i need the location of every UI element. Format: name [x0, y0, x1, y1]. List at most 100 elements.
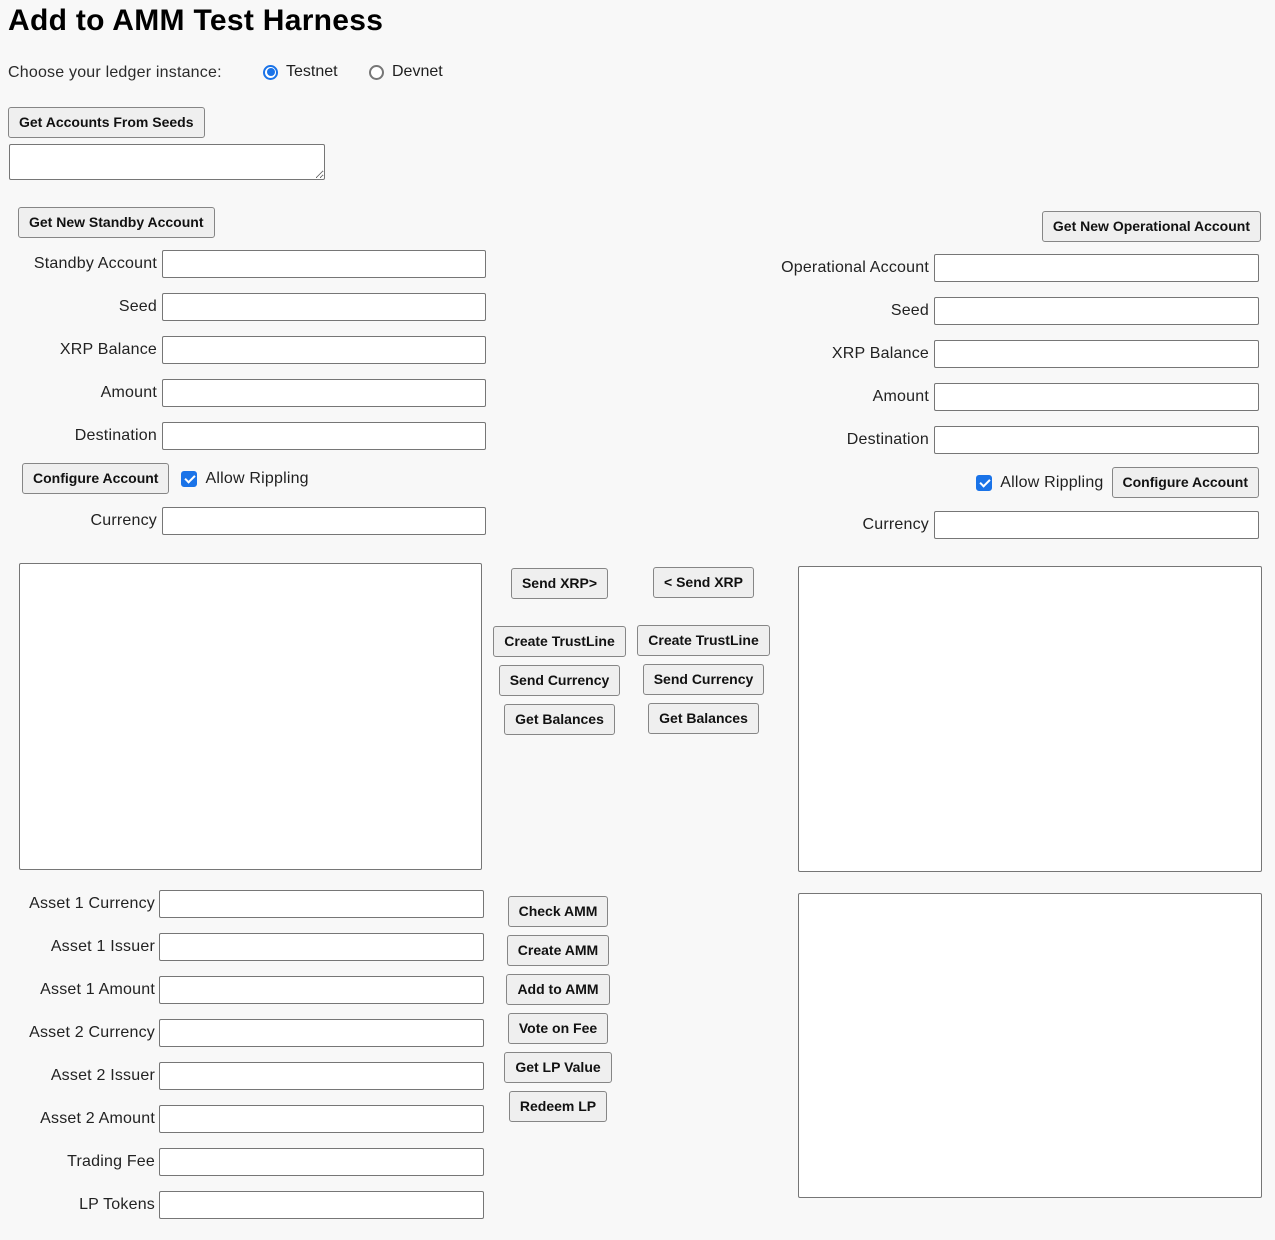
check-amm-button[interactable]: Check AMM	[508, 896, 609, 927]
standby-xrp-balance-label: XRP Balance	[0, 341, 157, 359]
amm-test-harness-page: Add to AMM Test Harness Choose your ledg…	[0, 0, 1275, 1240]
operational-seed-label: Seed	[634, 302, 929, 320]
asset2-issuer-label: Asset 2 Issuer	[0, 1067, 155, 1085]
standby-allow-rippling-label: Allow Rippling	[205, 470, 308, 488]
operational-amount-label: Amount	[634, 388, 929, 406]
asset2-currency-label: Asset 2 Currency	[0, 1024, 155, 1042]
asset1-currency-row: Asset 1 Currency	[0, 890, 484, 918]
standby-currency-input[interactable]	[162, 507, 486, 535]
create-amm-button[interactable]: Create AMM	[507, 935, 609, 966]
asset1-issuer-label: Asset 1 Issuer	[0, 938, 155, 956]
operational-account-label: Operational Account	[634, 259, 929, 277]
asset2-currency-row: Asset 2 Currency	[0, 1019, 484, 1047]
asset2-amount-label: Asset 2 Amount	[0, 1110, 155, 1128]
standby-destination-row: Destination	[0, 422, 486, 450]
operational-xrp-balance-input[interactable]	[934, 340, 1259, 368]
ledger-testnet-label: Testnet	[286, 63, 338, 81]
asset2-amount-row: Asset 2 Amount	[0, 1105, 484, 1133]
lp-tokens-row: LP Tokens	[0, 1191, 484, 1219]
get-lp-value-button[interactable]: Get LP Value	[504, 1052, 611, 1083]
add-to-amm-button[interactable]: Add to AMM	[506, 974, 609, 1005]
amm-actions-column: Check AMM Create AMM Add to AMM Vote on …	[498, 890, 618, 1122]
asset1-issuer-row: Asset 1 Issuer	[0, 933, 484, 961]
operational-amount-input[interactable]	[934, 383, 1259, 411]
asset2-amount-input[interactable]	[159, 1105, 484, 1133]
get-new-standby-account-button[interactable]: Get New Standby Account	[18, 207, 215, 238]
operational-create-trustline-button[interactable]: Create TrustLine	[637, 625, 769, 656]
standby-destination-input[interactable]	[162, 422, 486, 450]
asset1-amount-input[interactable]	[159, 976, 484, 1004]
standby-currency-row: Currency	[0, 507, 486, 535]
lp-tokens-input[interactable]	[159, 1191, 484, 1219]
operational-currency-input[interactable]	[934, 511, 1259, 539]
standby-get-balances-button[interactable]: Get Balances	[504, 704, 615, 735]
operational-send-currency-button[interactable]: Send Currency	[643, 664, 765, 695]
operational-get-balances-button[interactable]: Get Balances	[648, 703, 759, 734]
lp-tokens-label: LP Tokens	[0, 1196, 155, 1214]
operational-destination-input[interactable]	[934, 426, 1259, 454]
get-accounts-from-seeds-button[interactable]: Get Accounts From Seeds	[8, 107, 205, 138]
standby-amount-input[interactable]	[162, 379, 486, 407]
standby-seed-label: Seed	[0, 298, 157, 316]
operational-amount-row: Amount	[634, 383, 1259, 411]
ledger-testnet-option[interactable]: Testnet	[263, 63, 338, 81]
trading-fee-label: Trading Fee	[0, 1153, 155, 1171]
operational-results-area[interactable]	[798, 566, 1262, 872]
send-xrp-to-operational-button[interactable]: Send XRP>	[511, 568, 608, 599]
asset2-issuer-input[interactable]	[159, 1062, 484, 1090]
operational-account-row: Operational Account	[634, 254, 1259, 282]
standby-send-currency-button[interactable]: Send Currency	[499, 665, 621, 696]
page-title: Add to AMM Test Harness	[8, 4, 383, 38]
ledger-devnet-radio[interactable]	[369, 65, 384, 80]
trading-fee-input[interactable]	[159, 1148, 484, 1176]
standby-configure-account-button[interactable]: Configure Account	[22, 463, 169, 494]
get-new-operational-account-button[interactable]: Get New Operational Account	[1042, 211, 1261, 242]
standby-create-trustline-button[interactable]: Create TrustLine	[493, 626, 625, 657]
standby-actions-column: Send XRP> Create TrustLine Send Currency…	[497, 563, 622, 735]
operational-destination-label: Destination	[634, 431, 929, 449]
operational-destination-row: Destination	[634, 426, 1259, 454]
redeem-lp-button[interactable]: Redeem LP	[509, 1091, 607, 1122]
asset1-amount-row: Asset 1 Amount	[0, 976, 484, 1004]
standby-seed-row: Seed	[0, 293, 486, 321]
operational-configure-account-button[interactable]: Configure Account	[1112, 467, 1259, 498]
asset2-issuer-row: Asset 2 Issuer	[0, 1062, 484, 1090]
amm-results-area[interactable]	[798, 893, 1262, 1198]
standby-amount-label: Amount	[0, 384, 157, 402]
asset1-amount-label: Asset 1 Amount	[0, 981, 155, 999]
standby-seed-input[interactable]	[162, 293, 486, 321]
standby-destination-label: Destination	[0, 427, 157, 445]
ledger-devnet-label: Devnet	[392, 63, 443, 81]
operational-account-input[interactable]	[934, 254, 1259, 282]
asset1-currency-input[interactable]	[159, 890, 484, 918]
standby-xrp-balance-input[interactable]	[162, 336, 486, 364]
asset2-currency-input[interactable]	[159, 1019, 484, 1047]
standby-allow-rippling-checkbox[interactable]	[181, 471, 197, 487]
operational-seed-input[interactable]	[934, 297, 1259, 325]
standby-account-row: Standby Account	[0, 250, 486, 278]
operational-actions-column: < Send XRP Create TrustLine Send Currenc…	[641, 562, 766, 734]
operational-allow-rippling-label: Allow Rippling	[1000, 474, 1103, 492]
operational-xrp-balance-row: XRP Balance	[634, 340, 1259, 368]
seeds-textarea[interactable]	[9, 144, 325, 180]
operational-allow-rippling-checkbox[interactable]	[976, 475, 992, 491]
standby-currency-label: Currency	[0, 512, 157, 530]
operational-configure-row: Allow Rippling Configure Account	[976, 467, 1259, 498]
operational-seed-row: Seed	[634, 297, 1259, 325]
ledger-devnet-option[interactable]: Devnet	[369, 63, 443, 81]
operational-xrp-balance-label: XRP Balance	[634, 345, 929, 363]
trading-fee-row: Trading Fee	[0, 1148, 484, 1176]
standby-results-area[interactable]	[19, 563, 482, 870]
ledger-instance-label: Choose your ledger instance:	[8, 64, 222, 82]
standby-account-label: Standby Account	[0, 255, 157, 273]
asset1-currency-label: Asset 1 Currency	[0, 895, 155, 913]
operational-currency-row: Currency	[634, 511, 1259, 539]
vote-on-fee-button[interactable]: Vote on Fee	[508, 1013, 608, 1044]
send-xrp-to-standby-button[interactable]: < Send XRP	[653, 567, 754, 598]
asset1-issuer-input[interactable]	[159, 933, 484, 961]
operational-currency-label: Currency	[634, 516, 929, 534]
standby-account-input[interactable]	[162, 250, 486, 278]
ledger-testnet-radio[interactable]	[263, 65, 278, 80]
standby-configure-row: Configure Account Allow Rippling	[22, 463, 309, 494]
standby-xrp-balance-row: XRP Balance	[0, 336, 486, 364]
